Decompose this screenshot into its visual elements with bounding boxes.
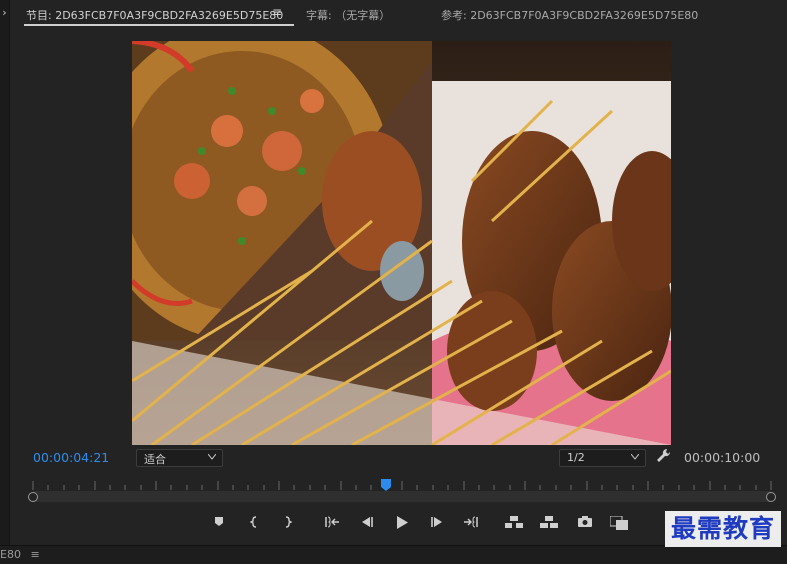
play-icon[interactable]	[393, 513, 411, 531]
bottom-panel-label[interactable]: E80	[0, 548, 21, 561]
chevron-down-icon	[208, 454, 216, 460]
video-frame-image	[132, 41, 671, 445]
left-panel-strip: ›	[0, 0, 10, 545]
extract-icon[interactable]	[540, 513, 558, 531]
add-marker-icon[interactable]	[210, 513, 228, 531]
playback-resolution-select[interactable]: 1/2	[559, 449, 646, 467]
go-to-out-icon[interactable]	[462, 513, 480, 531]
zoom-fit-select[interactable]: 适合	[136, 449, 223, 467]
tab-program-label: 节目: 2D63FCB7F0A3F9CBD2FA3269E5D75E80	[26, 9, 284, 22]
chevron-down-icon	[631, 454, 639, 460]
playhead[interactable]	[380, 478, 392, 495]
scrub-start-handle[interactable]	[28, 492, 38, 502]
tab-reference-monitor[interactable]: 参考: 2D63FCB7F0A3F9CBD2FA3269E5D75E80	[441, 7, 698, 23]
duration-timecode: 00:00:10:00	[684, 450, 761, 465]
program-monitor-frame[interactable]	[132, 41, 671, 445]
playback-resolution-value: 1/2	[567, 451, 585, 464]
mark-out-icon[interactable]	[278, 513, 296, 531]
watermark-logo: 最需教育	[665, 511, 781, 547]
step-forward-icon[interactable]	[428, 513, 446, 531]
scrub-end-handle[interactable]	[766, 492, 776, 502]
lift-icon[interactable]	[505, 513, 523, 531]
active-tab-underline	[24, 24, 294, 26]
tab-captions-label: 字幕: （无字幕）	[306, 9, 391, 22]
chevron-right-icon[interactable]: ›	[0, 6, 9, 19]
tab-reference-label: 参考: 2D63FCB7F0A3F9CBD2FA3269E5D75E80	[441, 9, 699, 22]
current-timecode[interactable]: 00:00:04:21	[33, 450, 109, 465]
zoom-fit-value: 适合	[144, 453, 166, 466]
step-back-icon[interactable]	[358, 513, 376, 531]
bottom-panel-tab-bar: E80 ≡	[0, 545, 787, 564]
button-editor-icon[interactable]	[610, 513, 628, 531]
scrub-bar[interactable]	[33, 491, 771, 502]
bottom-panel-menu-icon[interactable]: ≡	[30, 548, 39, 561]
go-to-in-icon[interactable]	[323, 513, 341, 531]
tab-program-monitor[interactable]: 节目: 2D63FCB7F0A3F9CBD2FA3269E5D75E80	[26, 7, 283, 23]
mark-in-icon[interactable]	[246, 513, 264, 531]
export-frame-icon[interactable]	[576, 513, 594, 531]
wrench-icon[interactable]	[656, 448, 672, 467]
tab-captions[interactable]: 字幕: （无字幕）	[306, 7, 390, 23]
panel-menu-icon[interactable]: ≡	[272, 5, 282, 19]
